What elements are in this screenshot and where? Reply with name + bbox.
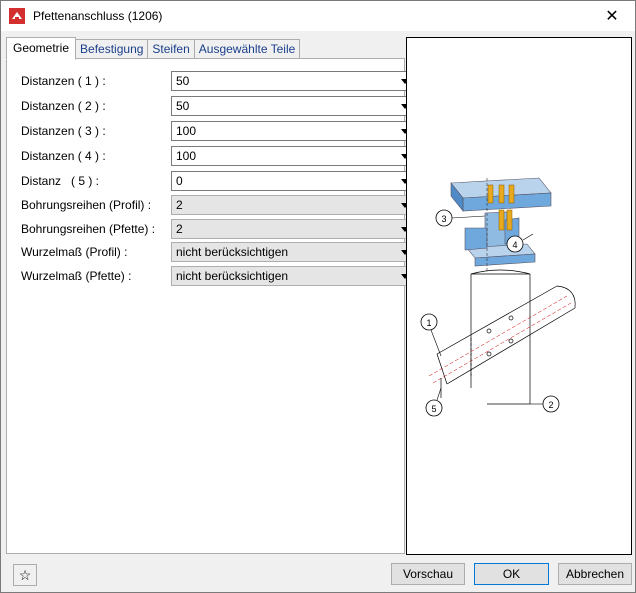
- dropdown-value: 2: [176, 222, 183, 236]
- field-label: Distanzen ( 2 ) :: [21, 99, 106, 113]
- distanz-3-combo[interactable]: 100: [171, 121, 414, 141]
- title-bar: Pfettenanschluss (1206) ✕: [1, 1, 635, 31]
- cancel-button[interactable]: Abbrechen: [558, 563, 632, 585]
- tab-befestigung[interactable]: Befestigung: [75, 39, 149, 59]
- field-label: Distanzen ( 1 ) :: [21, 74, 106, 88]
- distanz-2-combo[interactable]: 50: [171, 96, 414, 116]
- dropdown-value: 2: [176, 198, 183, 212]
- wurzelmass-pfette-dropdown[interactable]: nicht berücksichtigen: [171, 266, 414, 286]
- callout-5-label: 5: [431, 404, 436, 414]
- callout-1-label: 1: [426, 318, 431, 328]
- ok-button[interactable]: OK: [474, 563, 549, 585]
- wurzelmass-profil-dropdown[interactable]: nicht berücksichtigen: [171, 242, 414, 262]
- callout-4-label: 4: [512, 240, 517, 250]
- combo-value: 100: [176, 124, 197, 138]
- callout-3-label: 3: [441, 214, 446, 224]
- combo-value: 50: [176, 99, 190, 113]
- field-label: Distanzen ( 4 ) :: [21, 149, 106, 163]
- tab-bar: Geometrie Befestigung Steifen Ausgewählt…: [6, 37, 301, 60]
- dropdown-value: nicht berücksichtigen: [176, 269, 289, 283]
- bohrungsreihen-pfette-dropdown[interactable]: 2: [171, 219, 414, 239]
- field-label: Distanzen ( 3 ) :: [21, 124, 106, 138]
- tab-steifen[interactable]: Steifen: [147, 39, 195, 59]
- distanz-1-combo[interactable]: 50: [171, 71, 414, 91]
- connection-diagram: 3 4 1 5 2: [420, 177, 576, 417]
- tab-geometrie[interactable]: Geometrie: [6, 37, 77, 60]
- beam-3d-illustration: [450, 177, 552, 273]
- combo-value: 50: [176, 74, 190, 88]
- dropdown-value: nicht berücksichtigen: [176, 245, 289, 259]
- field-label: Wurzelmaß (Pfette) :: [21, 269, 132, 283]
- window-title: Pfettenanschluss (1206): [33, 9, 163, 23]
- plan-view-drawing: [428, 269, 576, 405]
- field-label: Bohrungsreihen (Pfette) :: [21, 222, 156, 236]
- geometry-panel: Distanzen ( 1 ) : 50 Distanzen ( 2 ) : 5…: [6, 58, 414, 554]
- field-label: Distanz ( 5 ) :: [21, 174, 100, 188]
- favorites-star-button[interactable]: ☆: [13, 564, 37, 586]
- app-logo-icon: [9, 8, 25, 24]
- star-icon: ☆: [18, 566, 32, 583]
- bohrungsreihen-profil-dropdown[interactable]: 2: [171, 195, 414, 215]
- distanz-4-combo[interactable]: 100: [171, 146, 414, 166]
- close-icon[interactable]: ✕: [589, 1, 635, 31]
- dialog-window: Pfettenanschluss (1206) ✕ Geometrie Befe…: [0, 0, 636, 593]
- field-label: Bohrungsreihen (Profil) :: [21, 198, 152, 212]
- combo-value: 100: [176, 149, 197, 163]
- callout-2-label: 2: [548, 400, 553, 410]
- preview-pane: 3 4 1 5 2: [406, 37, 632, 555]
- distanz-5-combo[interactable]: 0: [171, 171, 414, 191]
- field-label: Wurzelmaß (Profil) :: [21, 245, 128, 259]
- combo-value: 0: [176, 174, 183, 188]
- preview-button[interactable]: Vorschau: [391, 563, 465, 585]
- tab-ausgewaehlte-teile[interactable]: Ausgewählte Teile: [193, 39, 301, 59]
